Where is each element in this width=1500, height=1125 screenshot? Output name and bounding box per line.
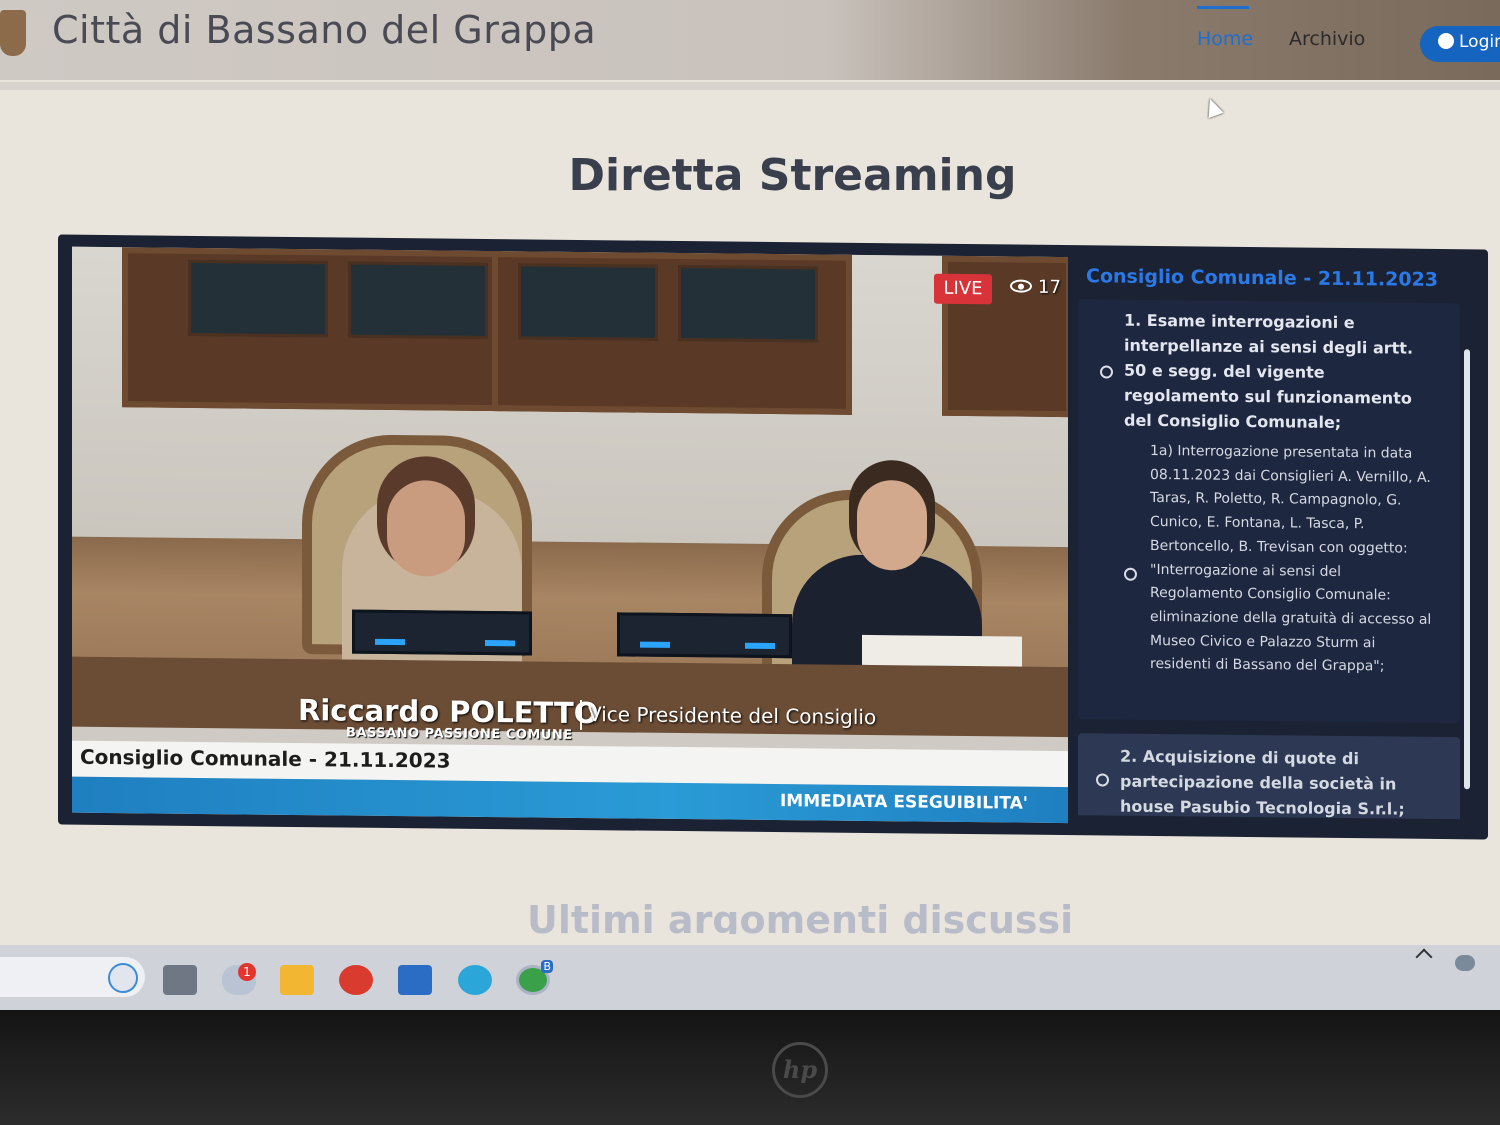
- chrome-icon[interactable]: [339, 965, 373, 995]
- laptop-bezel: hp: [0, 1010, 1500, 1125]
- video-scene-pane: [188, 259, 328, 338]
- radio-icon[interactable]: [1096, 773, 1109, 787]
- app-icon[interactable]: [458, 965, 492, 995]
- agenda-subitem-text: 1a) Interrogazione presentata in data 08…: [1150, 442, 1432, 675]
- header-divider: [0, 82, 1500, 90]
- profile-badge: B: [541, 960, 553, 973]
- mouse-cursor-icon: [1202, 95, 1224, 119]
- video-scene-monitor: [352, 609, 532, 656]
- speaker-name: Riccardo POLETTO: [298, 693, 599, 731]
- monitor-light: [745, 642, 775, 650]
- session-banner-title: Consiglio Comunale - 21.11.2023: [80, 744, 451, 773]
- stream-panel: LIVE 17 Riccardo POLETTO Vice Presidente…: [58, 234, 1488, 840]
- speaker-group: BASSANO PASSIONE COMUNE: [346, 725, 573, 743]
- video-scene-papers: [862, 634, 1022, 667]
- eye-icon: [1010, 279, 1032, 293]
- radio-icon[interactable]: [1124, 567, 1137, 581]
- viewer-count: 17: [1038, 276, 1061, 299]
- os-taskbar: 1 B: [0, 945, 1500, 1010]
- task-view-icon[interactable]: [163, 965, 197, 995]
- word-icon[interactable]: [398, 965, 432, 995]
- page-title: Diretta Streaming: [568, 150, 1017, 201]
- agenda-item[interactable]: 2. Acquisizione di quote di partecipazio…: [1078, 733, 1460, 820]
- video-scene-person-head: [387, 479, 465, 577]
- nav-active-indicator: [1197, 6, 1249, 9]
- section-heading: Ultimi argomenti discussi: [527, 898, 1074, 934]
- video-scene-pane: [518, 263, 658, 341]
- video-scene-pane: [348, 261, 488, 340]
- agenda-title: Consiglio Comunale - 21.11.2023: [1086, 265, 1439, 291]
- agenda-item-text: 2. Acquisizione di quote di partecipazio…: [1120, 746, 1405, 819]
- user-icon: [1438, 33, 1454, 49]
- speaker-separator: [580, 699, 582, 730]
- login-button[interactable]: Login: [1420, 26, 1500, 62]
- site-title[interactable]: Città di Bassano del Grappa: [52, 8, 596, 52]
- agenda-scrollbar[interactable]: [1464, 349, 1470, 790]
- city-crest-icon: [0, 10, 26, 56]
- site-header: Città di Bassano del Grappa Home Archivi…: [0, 0, 1500, 80]
- monitor-light: [485, 639, 515, 647]
- monitor-light: [640, 641, 670, 648]
- nav-archive-link[interactable]: Archivio: [1289, 28, 1365, 50]
- chrome-profile-icon[interactable]: B: [516, 960, 553, 995]
- agenda-item[interactable]: 1. Esame interrogazioni e interpellanze …: [1078, 299, 1460, 724]
- radio-icon[interactable]: [1100, 365, 1113, 379]
- status-banner-text: IMMEDIATA ESEGUIBILITA': [779, 791, 1028, 814]
- nav-home-link[interactable]: Home: [1197, 28, 1253, 50]
- agenda-item-text: 1. Esame interrogazioni e interpellanze …: [1124, 310, 1414, 432]
- hp-logo: hp: [772, 1042, 828, 1098]
- lower-third-overlay: Riccardo POLETTO Vice Presidente del Con…: [72, 687, 1068, 824]
- agenda-panel[interactable]: Consiglio Comunale - 21.11.2023 1. Esame…: [1078, 255, 1478, 820]
- monitor-light: [375, 638, 405, 646]
- video-player[interactable]: LIVE 17 Riccardo POLETTO Vice Presidente…: [72, 246, 1068, 824]
- viewer-counter: 17: [1010, 276, 1061, 298]
- browser-screen: Città di Bassano del Grappa Home Archivi…: [0, 0, 1500, 1010]
- video-scene-window: [492, 251, 852, 415]
- live-badge: LIVE: [934, 273, 992, 305]
- video-scene-pane: [678, 265, 818, 343]
- bing-icon[interactable]: [108, 963, 138, 993]
- notification-badge: 1: [238, 963, 256, 981]
- video-scene-person-head: [857, 479, 927, 571]
- onedrive-icon[interactable]: [1455, 955, 1475, 971]
- speaker-role: Vice Presidente del Consiglio: [588, 702, 877, 730]
- login-label: Login: [1459, 32, 1500, 52]
- video-scene-window: [122, 247, 502, 412]
- file-explorer-icon[interactable]: [280, 965, 314, 995]
- video-scene-monitor: [617, 612, 792, 659]
